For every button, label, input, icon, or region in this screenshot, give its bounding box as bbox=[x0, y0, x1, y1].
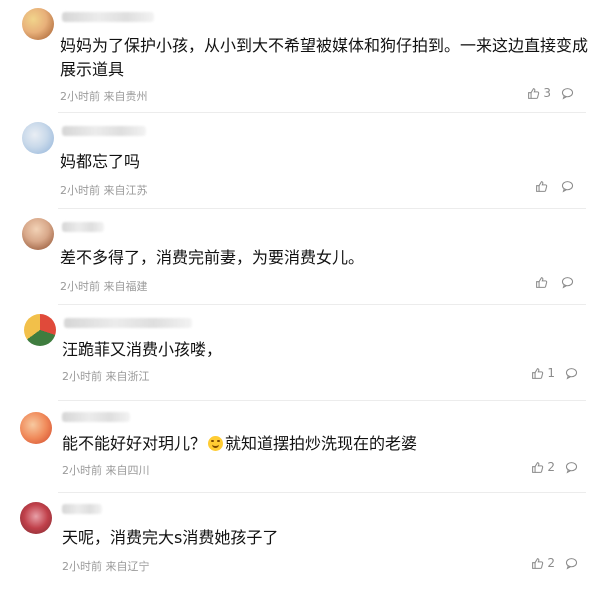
comment-item: 妈都忘了吗 2小时前 来自江苏 bbox=[0, 112, 600, 208]
like-button[interactable]: 2 bbox=[531, 556, 555, 570]
comment-bubble-icon bbox=[561, 87, 574, 100]
username-blurred[interactable] bbox=[64, 318, 192, 328]
reply-button[interactable] bbox=[565, 461, 578, 474]
comment-bubble-icon bbox=[565, 557, 578, 570]
like-count: 1 bbox=[547, 366, 555, 380]
comment-time: 2小时前 bbox=[60, 184, 100, 197]
comment-location: 来自四川 bbox=[105, 464, 150, 477]
avatar[interactable] bbox=[20, 502, 52, 534]
comment-item: 天呢，消费完大s消费她孩子了 2小时前 来自辽宁 2 bbox=[0, 492, 600, 600]
comment-text: 能不能好好对玥儿？ 就知道摆拍炒洗现在的老婆 bbox=[62, 432, 417, 456]
comment-time: 2小时前 bbox=[60, 280, 100, 293]
comment-text-part1: 能不能好好对玥儿？ bbox=[62, 434, 207, 453]
like-button[interactable]: 2 bbox=[531, 460, 555, 474]
comment-bubble-icon bbox=[565, 367, 578, 380]
grin-emoji-icon bbox=[208, 436, 224, 451]
like-count: 3 bbox=[543, 86, 551, 100]
thumbs-up-icon bbox=[528, 87, 540, 99]
reply-button[interactable] bbox=[565, 367, 578, 380]
comment-meta: 2小时前 来自福建 bbox=[60, 278, 148, 294]
comment-meta: 2小时前 来自四川 bbox=[62, 462, 150, 478]
like-button[interactable] bbox=[535, 276, 551, 289]
comment-meta: 2小时前 来自辽宁 bbox=[62, 558, 150, 574]
comment-location: 来自浙江 bbox=[105, 370, 150, 383]
like-button[interactable]: 3 bbox=[527, 86, 551, 100]
avatar[interactable] bbox=[22, 218, 54, 250]
like-button[interactable] bbox=[535, 180, 551, 193]
comment-actions: 3 bbox=[527, 86, 574, 100]
comment-meta: 2小时前 来自江苏 bbox=[60, 182, 148, 198]
thumbs-up-icon bbox=[532, 461, 544, 473]
comment-bubble-icon bbox=[561, 277, 574, 289]
avatar[interactable] bbox=[24, 314, 56, 346]
comment-time: 2小时前 bbox=[62, 464, 102, 477]
comment-actions bbox=[535, 180, 574, 193]
username-blurred[interactable] bbox=[62, 12, 154, 22]
comment-text: 妈妈为了保护小孩，从小到大不希望被媒体和狗仔拍到。一来这边直接变成 bbox=[60, 36, 589, 55]
username-blurred[interactable] bbox=[62, 504, 102, 514]
comment-time: 2小时前 bbox=[62, 370, 102, 383]
comment-item: 差不多得了，消费完前妻，为要消费女儿。 2小时前 来自福建 bbox=[0, 208, 600, 304]
like-button[interactable]: 1 bbox=[531, 366, 555, 380]
comment-location: 来自贵州 bbox=[103, 90, 148, 103]
comment-time: 2小时前 bbox=[60, 90, 100, 103]
comment-meta: 2小时前 来自贵州 bbox=[60, 88, 148, 104]
reply-button[interactable] bbox=[561, 87, 574, 100]
username-blurred[interactable] bbox=[62, 222, 104, 232]
comment-bubble-icon bbox=[561, 181, 574, 193]
thumbs-up-icon bbox=[536, 181, 548, 192]
comment-item: 妈妈为了保护小孩，从小到大不希望被媒体和狗仔拍到。一来这边直接变成 展示道具 2… bbox=[0, 0, 600, 112]
like-count: 2 bbox=[547, 460, 555, 474]
username-blurred[interactable] bbox=[62, 126, 146, 136]
comment-actions: 2 bbox=[531, 460, 578, 474]
thumbs-up-icon bbox=[532, 557, 544, 569]
comment-item: 汪跪菲又消费小孩喽， 2小时前 来自浙江 1 bbox=[0, 304, 600, 400]
comment-meta: 2小时前 来自浙江 bbox=[62, 368, 150, 384]
comment-bubble-icon bbox=[565, 461, 578, 474]
comment-actions: 1 bbox=[531, 366, 578, 380]
thumbs-up-icon bbox=[532, 367, 544, 379]
comment-text-part2: 就知道摆拍炒洗现在的老婆 bbox=[225, 434, 418, 453]
comment-location: 来自福建 bbox=[103, 280, 148, 293]
comment-text: 差不多得了，消费完前妻，为要消费女儿。 bbox=[60, 248, 365, 267]
avatar[interactable] bbox=[22, 8, 54, 40]
comment-actions bbox=[535, 276, 574, 289]
avatar[interactable] bbox=[22, 122, 54, 154]
comment-text: 天呢，消费完大s消费她孩子了 bbox=[62, 528, 279, 547]
username-blurred[interactable] bbox=[62, 412, 130, 422]
avatar[interactable] bbox=[20, 412, 52, 444]
comment-location: 来自辽宁 bbox=[105, 560, 150, 573]
comment-text: 妈都忘了吗 bbox=[60, 152, 141, 171]
comment-actions: 2 bbox=[531, 556, 578, 570]
comment-text: 汪跪菲又消费小孩喽， bbox=[62, 340, 223, 359]
reply-button[interactable] bbox=[561, 276, 574, 289]
comment-location: 来自江苏 bbox=[103, 184, 148, 197]
thumbs-up-icon bbox=[536, 277, 548, 288]
comment-feed: 妈妈为了保护小孩，从小到大不希望被媒体和狗仔拍到。一来这边直接变成 展示道具 2… bbox=[0, 0, 600, 600]
like-count: 2 bbox=[547, 556, 555, 570]
reply-button[interactable] bbox=[561, 180, 574, 193]
comment-time: 2小时前 bbox=[62, 560, 102, 573]
comment-text-line2: 展示道具 bbox=[60, 60, 125, 79]
reply-button[interactable] bbox=[565, 557, 578, 570]
comment-item: 能不能好好对玥儿？ 就知道摆拍炒洗现在的老婆 2小时前 来自四川 2 bbox=[0, 400, 600, 492]
